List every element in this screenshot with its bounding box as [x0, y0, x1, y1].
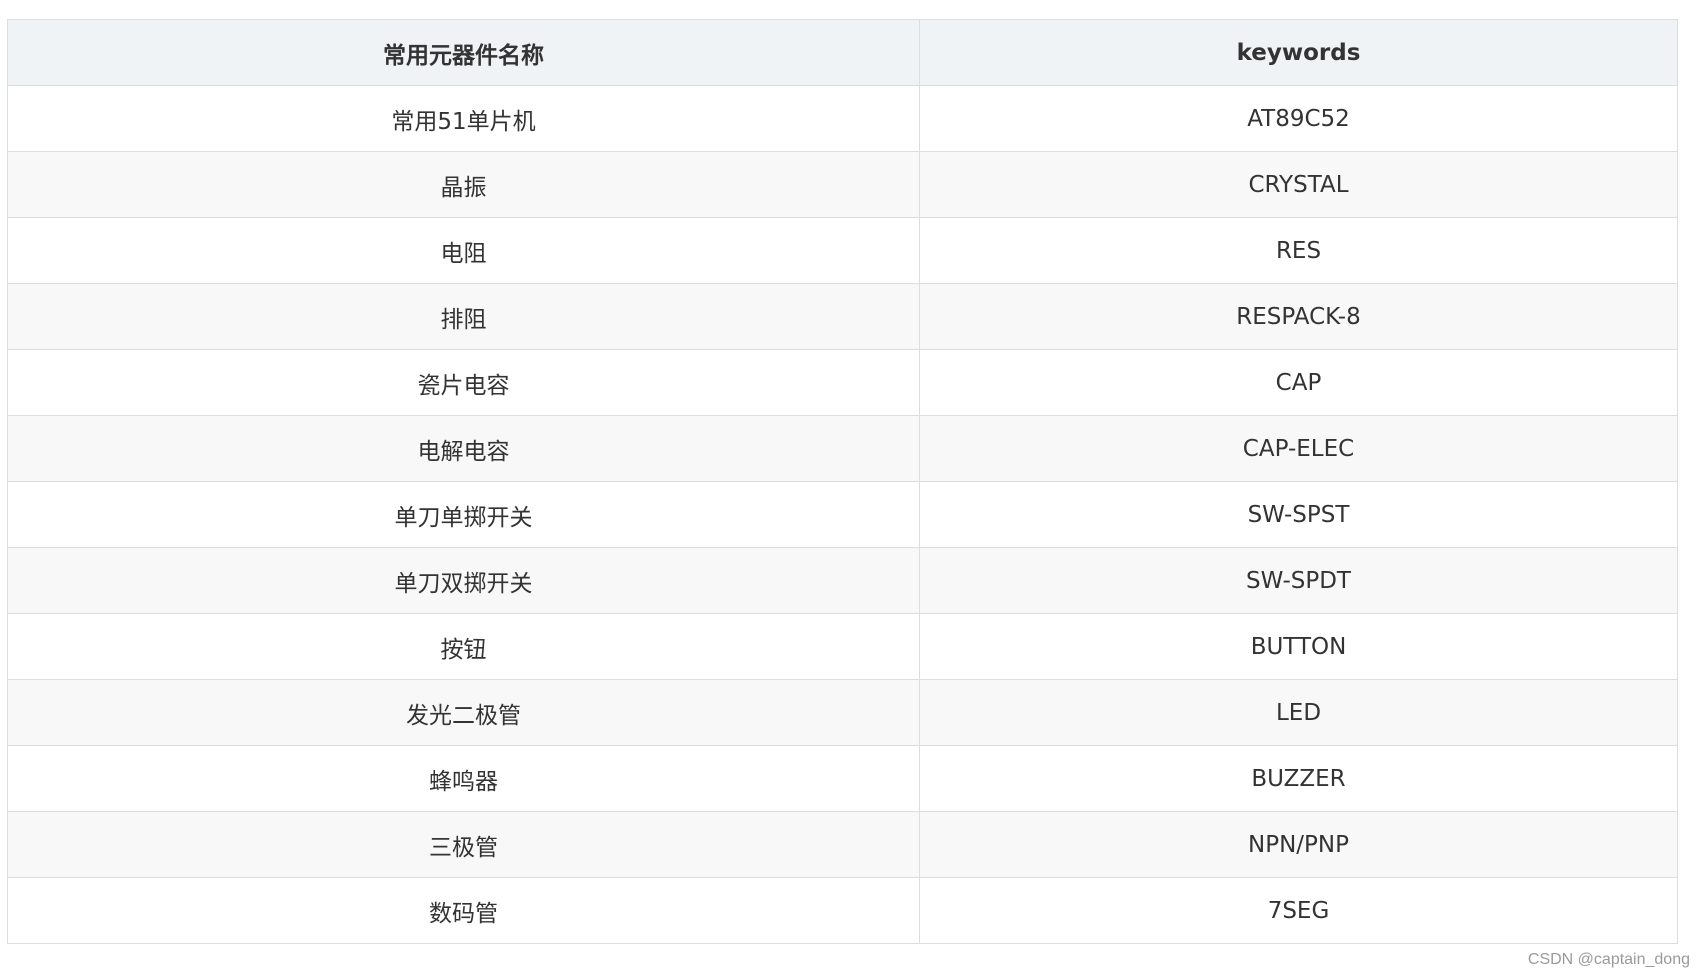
component-name-cell: 瓷片电容	[7, 349, 920, 416]
component-name-cell: 蜂鸣器	[7, 745, 920, 812]
component-name-cell: 发光二极管	[7, 679, 920, 746]
header-keywords: keywords	[919, 19, 1678, 86]
table-row: 常用51单片机 AT89C52	[7, 85, 1678, 152]
table-row: 三极管 NPN/PNP	[7, 811, 1678, 878]
table-row: 电解电容 CAP-ELEC	[7, 415, 1678, 482]
table-row: 单刀单掷开关 SW-SPST	[7, 481, 1678, 548]
component-name-cell: 电阻	[7, 217, 920, 284]
component-name-cell: 单刀双掷开关	[7, 547, 920, 614]
keyword-cell: LED	[919, 679, 1678, 746]
table-row: 瓷片电容 CAP	[7, 349, 1678, 416]
keyword-cell: CAP	[919, 349, 1678, 416]
keyword-cell: RESPACK-8	[919, 283, 1678, 350]
table-header: 常用元器件名称 keywords	[7, 19, 1678, 86]
component-name-cell: 单刀单掷开关	[7, 481, 920, 548]
table-row: 发光二极管 LED	[7, 679, 1678, 746]
header-component-name: 常用元器件名称	[7, 19, 920, 86]
keyword-cell: 7SEG	[919, 877, 1678, 944]
table-row: 蜂鸣器 BUZZER	[7, 745, 1678, 812]
keyword-cell: NPN/PNP	[919, 811, 1678, 878]
component-name-cell: 晶振	[7, 151, 920, 218]
component-name-cell: 常用51单片机	[7, 85, 920, 152]
table-row: 按钮 BUTTON	[7, 613, 1678, 680]
keyword-cell: SW-SPDT	[919, 547, 1678, 614]
table-row: 数码管 7SEG	[7, 877, 1678, 944]
table-row: 单刀双掷开关 SW-SPDT	[7, 547, 1678, 614]
csdn-watermark: CSDN @captain_dong	[1527, 951, 1690, 968]
component-name-cell: 数码管	[7, 877, 920, 944]
table-row: 排阻 RESPACK-8	[7, 283, 1678, 350]
table-row: 晶振 CRYSTAL	[7, 151, 1678, 218]
component-keyword-table: 常用元器件名称 keywords 常用51单片机 AT89C52 晶振 CRYS…	[7, 19, 1678, 944]
table-row: 电阻 RES	[7, 217, 1678, 284]
keyword-cell: BUTTON	[919, 613, 1678, 680]
keyword-cell: AT89C52	[919, 85, 1678, 152]
keyword-cell: CRYSTAL	[919, 151, 1678, 218]
keyword-cell: BUZZER	[919, 745, 1678, 812]
keyword-cell: CAP-ELEC	[919, 415, 1678, 482]
component-name-cell: 电解电容	[7, 415, 920, 482]
keyword-cell: SW-SPST	[919, 481, 1678, 548]
keyword-cell: RES	[919, 217, 1678, 284]
table-body: 常用51单片机 AT89C52 晶振 CRYSTAL 电阻 RES 排阻 RES…	[7, 85, 1678, 944]
component-name-cell: 排阻	[7, 283, 920, 350]
component-name-cell: 按钮	[7, 613, 920, 680]
component-name-cell: 三极管	[7, 811, 920, 878]
component-table-container: 常用元器件名称 keywords 常用51单片机 AT89C52 晶振 CRYS…	[7, 19, 1678, 944]
header-row: 常用元器件名称 keywords	[7, 19, 1678, 86]
